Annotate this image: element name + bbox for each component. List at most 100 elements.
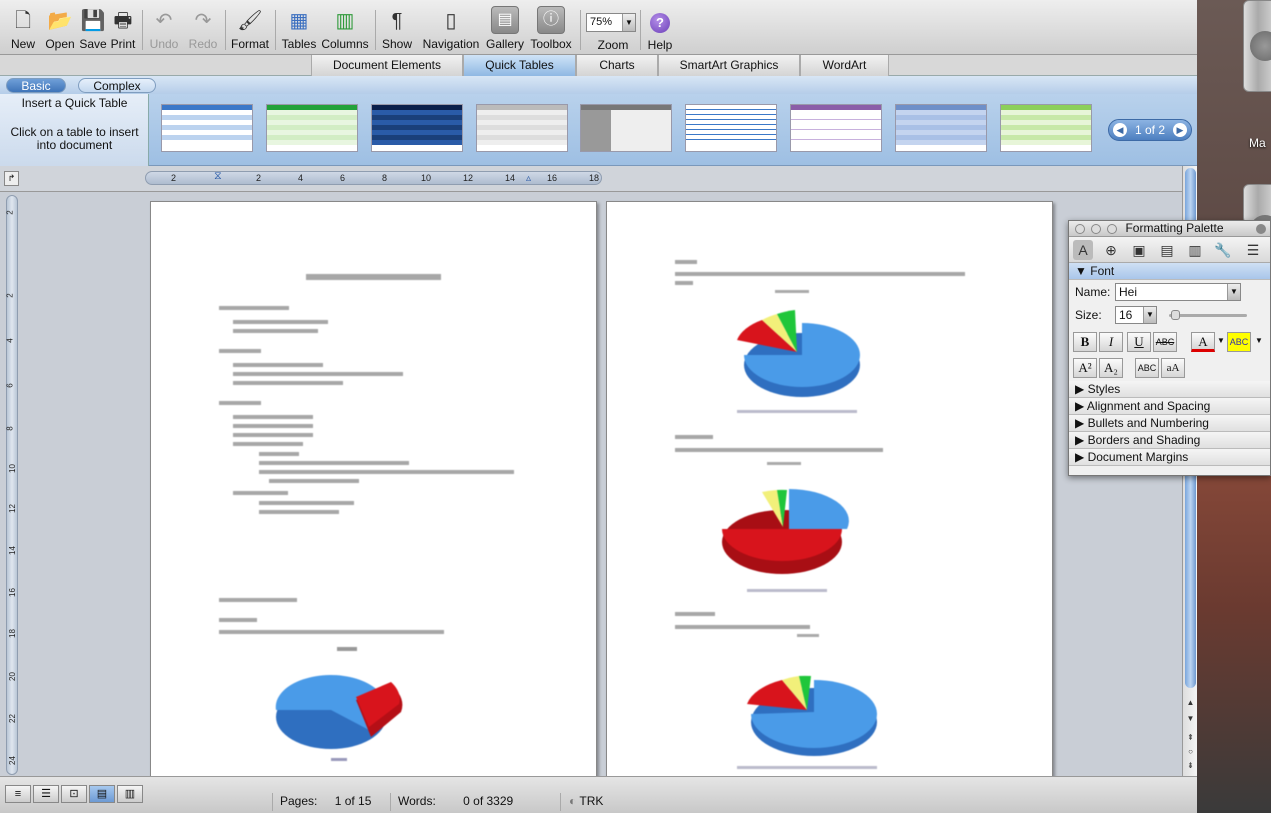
bullets-numbering-section-header[interactable]: ▶ Bullets and Numbering [1069, 415, 1270, 432]
tools-wrench-icon[interactable]: 🔧 [1213, 240, 1233, 260]
document-margins-section-header[interactable]: ▶ Document Margins [1069, 449, 1270, 466]
hard-drive-icon[interactable] [1243, 0, 1271, 92]
print-button[interactable]: 🖶 Print [108, 4, 138, 54]
text-line [233, 381, 343, 385]
indent-marker-icon[interactable]: ⧖ [214, 170, 222, 183]
palette-title-bar[interactable]: Formatting Palette [1069, 221, 1270, 237]
format-button[interactable]: 🖌 Format [229, 4, 271, 54]
elements-gallery-tabs: Document Elements Quick Tables Charts Sm… [0, 55, 1197, 76]
tables-button[interactable]: ▦ Tables [280, 4, 318, 54]
document-page[interactable] [606, 201, 1053, 781]
tab-charts[interactable]: Charts [576, 55, 658, 76]
font-size-select[interactable]: 16 ▼ [1115, 306, 1157, 324]
columns-button[interactable]: ▥ Columns [320, 4, 370, 54]
citations-icon[interactable]: ▣ [1129, 240, 1149, 260]
bold-button[interactable]: B [1073, 332, 1097, 352]
font-size-slider[interactable] [1169, 310, 1247, 320]
next-page-icon[interactable]: ▶ [1173, 123, 1187, 137]
notebook-layout-button[interactable]: ▥ [117, 785, 143, 803]
redo-button[interactable]: ↷ Redo [186, 4, 220, 54]
scrapbook-icon[interactable]: ▤ [1157, 240, 1177, 260]
show-button[interactable]: ¶ Show [380, 4, 414, 54]
publishing-layout-button[interactable]: ⊡ [61, 785, 87, 803]
quick-table-thumbnail[interactable] [580, 104, 672, 152]
word-count[interactable]: Words: 0 of 3329 [390, 793, 522, 811]
superscript-button[interactable]: A² [1073, 358, 1097, 378]
previous-page-icon[interactable]: ⇞ [1184, 731, 1197, 744]
tab-smartart-graphics[interactable]: SmartArt Graphics [658, 55, 800, 76]
quick-table-thumbnail[interactable] [371, 104, 463, 152]
formatting-palette: Formatting Palette A ⊕ ▣ ▤ ▥ 🔧 ☰ ▼ Font … [1068, 220, 1271, 476]
open-button[interactable]: 📂 Open [44, 4, 76, 54]
browse-object-icon[interactable]: ○ [1184, 745, 1197, 758]
quick-table-thumbnail[interactable] [685, 104, 777, 152]
tab-document-elements[interactable]: Document Elements [311, 55, 463, 76]
change-case-button[interactable]: aA [1161, 358, 1185, 378]
save-button[interactable]: 💾 Save [78, 4, 108, 54]
complex-mode-button[interactable]: Complex [78, 78, 156, 93]
text-line [259, 510, 339, 514]
paintbrush-icon: 🖌 [237, 10, 263, 32]
toolbox-button[interactable]: ⓘ Toolbox [528, 4, 574, 54]
toolbar-separator [375, 10, 376, 50]
quick-table-thumbnail[interactable] [1000, 104, 1092, 152]
tab-quick-tables[interactable]: Quick Tables [463, 55, 576, 76]
quick-table-thumbnail[interactable] [476, 104, 568, 152]
slider-handle[interactable] [1171, 310, 1180, 320]
compatibility-icon[interactable]: ☰ [1243, 240, 1263, 260]
font-color-button[interactable]: A [1191, 332, 1215, 352]
highlight-button[interactable]: ABC [1227, 332, 1251, 352]
vertical-ruler[interactable]: 2 2 4 6 8 10 12 14 16 18 20 22 24 [6, 195, 18, 775]
tab-wordart[interactable]: WordArt [800, 55, 889, 76]
minimize-icon[interactable] [1091, 224, 1101, 234]
object-palette-icon[interactable]: ⊕ [1101, 240, 1121, 260]
small-caps-button[interactable]: ABC [1135, 358, 1159, 378]
alignment-spacing-section-header[interactable]: ▶ Alignment and Spacing [1069, 398, 1270, 415]
undo-button[interactable]: ↶ Undo [146, 4, 182, 54]
gallery-button[interactable]: ▤ Gallery [484, 4, 526, 54]
horizontal-ruler[interactable]: 2 2 4 6 8 10 12 14 16 18 ⧖ ▵ [145, 170, 602, 185]
redo-arrow-icon: ↷ [194, 10, 212, 32]
styles-section-header[interactable]: ▶ Styles [1069, 381, 1270, 398]
right-indent-icon[interactable]: ▵ [526, 173, 531, 184]
open-folder-icon: 📂 [47, 10, 73, 32]
new-button[interactable]: 🗋 New [6, 4, 40, 54]
font-section-header[interactable]: ▼ Font [1069, 263, 1270, 280]
quick-table-thumbnail[interactable] [895, 104, 987, 152]
formatting-icon[interactable]: A [1073, 240, 1093, 260]
quick-table-thumbnail[interactable] [790, 104, 882, 152]
quick-table-thumbnail[interactable] [266, 104, 358, 152]
hard-drive-icon[interactable] [1243, 184, 1271, 245]
underline-button[interactable]: U [1127, 332, 1151, 352]
subscript-button[interactable]: A₂ [1099, 358, 1123, 378]
navigation-button[interactable]: ▯ Navigation [420, 4, 482, 54]
document-page[interactable] [150, 201, 597, 781]
reference-tools-icon[interactable]: ▥ [1185, 240, 1205, 260]
previous-page-icon[interactable]: ◀ [1113, 123, 1127, 137]
scroll-up-icon[interactable]: ▲ [1184, 696, 1197, 709]
quick-tables-gallery: Basic Complex Insert a Quick Table Click… [0, 76, 1197, 166]
basic-mode-button[interactable]: Basic [6, 78, 66, 93]
tab-stop-selector[interactable]: ↱ [4, 171, 19, 186]
track-changes-indicator[interactable]: ◐ TRK [560, 793, 610, 811]
palette-options-icon[interactable] [1256, 224, 1266, 234]
strikethrough-button[interactable]: ABC [1153, 332, 1177, 352]
zoom-window-icon[interactable] [1107, 224, 1117, 234]
zoom-select[interactable]: 75% ▼ [586, 13, 636, 32]
italic-button[interactable]: I [1099, 332, 1123, 352]
chevron-down-icon[interactable]: ▼ [1217, 336, 1225, 345]
outline-view-button[interactable]: ☰ [33, 785, 59, 803]
drive-label[interactable]: Ma [1249, 136, 1266, 150]
scroll-down-icon[interactable]: ▼ [1184, 712, 1197, 725]
help-icon[interactable]: ? [650, 13, 670, 33]
print-layout-button[interactable]: ▤ [89, 785, 115, 803]
draft-view-button[interactable]: ≡ [5, 785, 31, 803]
chevron-down-icon[interactable]: ▼ [1255, 336, 1263, 345]
close-icon[interactable] [1075, 224, 1085, 234]
document-area[interactable] [22, 192, 1182, 781]
quick-table-thumbnail[interactable] [161, 104, 253, 152]
borders-shading-section-header[interactable]: ▶ Borders and Shading [1069, 432, 1270, 449]
font-name-select[interactable]: Hei ▼ [1115, 283, 1241, 301]
next-page-icon[interactable]: ⇟ [1184, 759, 1197, 772]
chevron-down-icon: ▼ [1143, 307, 1156, 323]
